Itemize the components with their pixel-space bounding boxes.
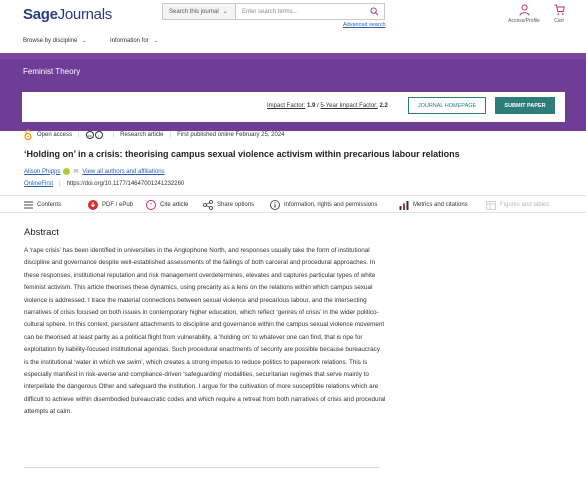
impact-factor: Impact Factor: 1.9 / 5-Year Impact Facto… xyxy=(267,103,388,109)
search-input[interactable]: Enter search terms... xyxy=(236,4,364,19)
five-year-impact-label[interactable]: 5-Year Impact Factor: xyxy=(320,103,377,109)
journal-homepage-button[interactable]: JOURNAL HOMEPAGE xyxy=(408,97,486,114)
five-year-impact-value: 2.2 xyxy=(379,103,388,109)
metrics-citations-button[interactable]: Metrics and citations xyxy=(399,200,468,210)
site-header: SageJournals Search this journal ⌄ Enter… xyxy=(0,0,586,32)
advanced-search-link[interactable]: Advanced search xyxy=(343,22,386,28)
impact-separator: / xyxy=(317,103,319,109)
doi-link[interactable]: https://doi.org/10.1177/1464700124123226… xyxy=(67,181,185,187)
cart-button[interactable]: Cart xyxy=(548,4,570,24)
contents-label: Contents xyxy=(37,202,62,208)
article-type: Research article xyxy=(120,132,164,138)
access-profile-label: Access/Profile xyxy=(508,18,540,24)
chevron-down-icon: ⌄ xyxy=(82,38,87,44)
bar-chart-icon xyxy=(399,201,409,210)
rights-label: Information, rights and permissions xyxy=(284,202,378,208)
pdf-icon xyxy=(88,200,98,210)
view-all-authors-link[interactable]: View all authors and affiliations xyxy=(82,169,164,175)
logo-light: Journals xyxy=(57,6,113,23)
information-label: Information for xyxy=(110,38,149,44)
open-access-label: Open access xyxy=(37,132,73,138)
submit-paper-button[interactable]: SUBMIT PAPER xyxy=(495,97,555,114)
section-divider xyxy=(24,467,380,468)
chevron-down-icon: ⌄ xyxy=(222,9,228,15)
share-icon xyxy=(203,200,213,210)
journal-name[interactable]: Feminist Theory xyxy=(23,67,80,76)
user-icon xyxy=(519,4,529,16)
browse-label: Browse by discipline xyxy=(23,38,78,44)
rights-permissions-button[interactable]: Information, rights and permissions xyxy=(270,200,377,210)
cite-label: Cite article xyxy=(160,202,189,208)
online-first-link[interactable]: OnlineFirst xyxy=(24,181,53,187)
pdf-label: PDF / ePub xyxy=(102,202,134,208)
doi-line: OnlineFirst | https://doi.org/10.1177/14… xyxy=(24,181,184,187)
abstract-body: A ‘rape crisis’ has been identified in u… xyxy=(24,247,386,416)
journal-banner: Feminist Theory xyxy=(0,53,586,91)
info-icon xyxy=(270,200,280,210)
information-for-menu[interactable]: Information for ⌄ xyxy=(110,38,158,44)
article-toolbar: Contents PDF / ePub " Cite article Share… xyxy=(0,195,586,213)
chevron-down-icon: ⌄ xyxy=(153,38,158,44)
search-scope-select[interactable]: Search this journal ⌄ xyxy=(163,4,236,19)
by-icon: i xyxy=(94,131,103,139)
quote-icon: " xyxy=(146,200,156,210)
cc-icon: cc xyxy=(85,131,94,139)
divider: | xyxy=(169,132,172,138)
divider: | xyxy=(59,181,61,187)
share-label: Share options xyxy=(217,202,255,208)
search-bar: Search this journal ⌄ Enter search terms… xyxy=(162,3,385,20)
impact-factor-label[interactable]: Impact Factor: xyxy=(267,103,305,109)
main-nav: Browse by discipline ⌄ Information for ⌄ xyxy=(0,32,586,52)
access-profile-button[interactable]: Access/Profile xyxy=(505,4,543,24)
share-options-button[interactable]: Share options xyxy=(203,200,254,210)
abstract-heading: Abstract xyxy=(24,227,59,238)
figures-label: Figures and tables xyxy=(500,202,550,208)
browse-by-discipline-menu[interactable]: Browse by discipline ⌄ xyxy=(23,38,87,44)
figures-tables-button[interactable]: Figures and tables xyxy=(486,200,549,210)
banner-stripe xyxy=(0,53,586,59)
divider: | xyxy=(112,132,115,138)
open-access-icon xyxy=(24,128,32,142)
svg-text:": " xyxy=(150,203,152,209)
search-icon[interactable] xyxy=(364,4,384,19)
creative-commons-icon[interactable]: cc i xyxy=(85,131,103,139)
search-scope-label: Search this journal xyxy=(169,8,219,15)
orcid-icon[interactable] xyxy=(63,168,71,175)
cart-label: Cart xyxy=(554,18,564,24)
cite-article-button[interactable]: " Cite article xyxy=(146,200,188,210)
divider: | xyxy=(78,132,80,138)
table-icon xyxy=(486,200,496,210)
list-icon xyxy=(24,201,33,209)
article-meta: Open access | cc i | Research article | F… xyxy=(24,128,285,142)
cart-icon xyxy=(554,4,565,15)
author-line: Alison Phipps ✉ View all authors and aff… xyxy=(24,168,165,175)
metrics-label: Metrics and citations xyxy=(413,202,468,208)
email-icon[interactable]: ✉ xyxy=(73,168,78,175)
sage-journals-logo[interactable]: SageJournals xyxy=(23,6,112,23)
article-title: ‘Holding on’ in a crisis: theorising cam… xyxy=(24,149,460,159)
logo-bold: Sage xyxy=(23,6,58,23)
impact-factor-value: 1.9 xyxy=(307,103,316,109)
author-link[interactable]: Alison Phipps xyxy=(24,169,60,175)
pdf-epub-button[interactable]: PDF / ePub xyxy=(88,200,133,210)
contents-button[interactable]: Contents xyxy=(24,200,61,210)
published-date: First published online February 25, 2024 xyxy=(177,132,285,138)
